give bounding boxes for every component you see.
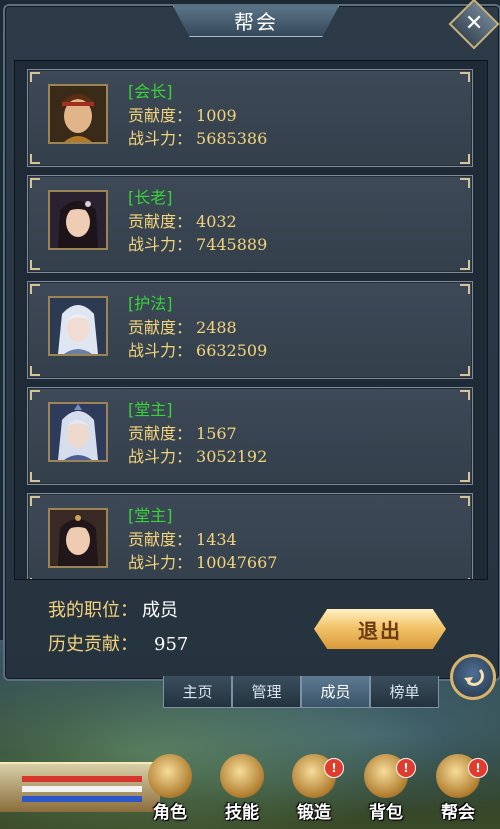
member-role: [长老] — [128, 188, 173, 207]
alert-badge: ! — [468, 758, 488, 778]
power-label: 战斗力： — [128, 553, 193, 572]
contribution-value: 2488 — [196, 318, 237, 337]
tab-manage[interactable]: 管理 — [232, 676, 301, 708]
power-label: 战斗力： — [128, 235, 193, 254]
dock-forge[interactable]: ! 锻造 — [284, 752, 344, 824]
power-line: 战斗力： 5685386 — [128, 125, 267, 149]
dock-skill[interactable]: 技能 — [212, 752, 272, 824]
contribution-line: 贡献度： 2488 — [128, 314, 237, 338]
hp-bar — [22, 776, 142, 782]
power-value: 10047667 — [196, 553, 278, 572]
history-contribution: 历史贡献： 957 — [48, 630, 188, 656]
power-line: 战斗力： 3052192 — [128, 443, 267, 467]
member-role: [会长] — [128, 82, 173, 101]
dock-character[interactable]: 角色 — [140, 752, 200, 824]
player-status-bar — [0, 762, 160, 812]
tab-label: 榜单 — [389, 683, 420, 701]
member-role: [堂主] — [128, 400, 173, 419]
contribution-line: 贡献度： 1009 — [128, 102, 237, 126]
dock-label: 背包 — [369, 803, 403, 823]
power-label: 战斗力： — [128, 447, 193, 466]
tab-label: 管理 — [251, 683, 282, 701]
member-card[interactable]: [会长] 贡献度： 1009 战斗力： 5685386 — [27, 69, 473, 167]
history-label: 历史贡献： — [48, 634, 138, 655]
power-label: 战斗力： — [128, 129, 193, 148]
contribution-label: 贡献度： — [128, 530, 193, 549]
window-title: 帮会 — [234, 9, 278, 34]
power-line: 战斗力： 7445889 — [128, 231, 267, 255]
power-value: 3052192 — [196, 447, 268, 466]
dock-label: 帮会 — [441, 803, 475, 823]
contribution-value: 1567 — [196, 424, 237, 443]
title-bar: 帮会 — [173, 6, 339, 37]
power-line: 战斗力： 10047667 — [128, 549, 277, 573]
return-arrow-icon — [464, 668, 484, 686]
member-card[interactable]: [堂主] 贡献度： 1434 战斗力： 10047667 — [27, 493, 473, 579]
tab-label: 主页 — [182, 683, 213, 701]
position-value: 成员 — [142, 600, 178, 621]
my-position: 我的职位： 成员 — [48, 596, 178, 622]
character-icon — [148, 754, 192, 798]
power-label: 战斗力： — [128, 341, 193, 360]
contribution-value: 1434 — [196, 530, 237, 549]
power-value: 7445889 — [196, 235, 268, 254]
member-avatar — [48, 84, 108, 144]
exit-guild-button[interactable]: 退出 — [314, 609, 446, 649]
position-label: 我的职位： — [48, 600, 138, 621]
power-line: 战斗力： 6632509 — [128, 337, 267, 361]
contribution-line: 贡献度： 1434 — [128, 526, 237, 550]
alert-badge: ! — [324, 758, 344, 778]
guild-tabs: 主页 管理 成员 榜单 — [163, 676, 439, 708]
back-button[interactable] — [450, 654, 496, 700]
tab-members[interactable]: 成员 — [301, 676, 370, 708]
contribution-line: 贡献度： 4032 — [128, 208, 237, 232]
member-role: [护法] — [128, 294, 173, 313]
member-role: [堂主] — [128, 506, 173, 525]
tab-ranking[interactable]: 榜单 — [370, 676, 439, 708]
contribution-label: 贡献度： — [128, 318, 193, 337]
tab-label: 成员 — [320, 683, 351, 701]
contribution-line: 贡献度： 1567 — [128, 420, 237, 444]
divider-stripe — [22, 786, 142, 792]
power-value: 5685386 — [196, 129, 268, 148]
member-avatar — [48, 402, 108, 462]
dock-guild[interactable]: ! 帮会 — [428, 752, 488, 824]
tab-home[interactable]: 主页 — [163, 676, 232, 708]
contribution-label: 贡献度： — [128, 424, 193, 443]
contribution-value: 4032 — [196, 212, 237, 231]
member-card[interactable]: [护法] 贡献度： 2488 战斗力： 6632509 — [27, 281, 473, 379]
member-avatar — [48, 508, 108, 568]
power-value: 6632509 — [196, 341, 268, 360]
member-avatar — [48, 296, 108, 356]
member-avatar — [48, 190, 108, 250]
dock-label: 技能 — [225, 803, 259, 823]
history-value: 957 — [154, 634, 189, 655]
mp-bar — [22, 796, 142, 802]
member-card[interactable]: [长老] 贡献度： 4032 战斗力： 7445889 — [27, 175, 473, 273]
exit-button-label: 退出 — [358, 618, 402, 643]
contribution-value: 1009 — [196, 106, 237, 125]
member-list[interactable]: [会长] 贡献度： 1009 战斗力： 5685386 [长老] 贡献度： 4032 … — [14, 60, 488, 580]
alert-badge: ! — [396, 758, 416, 778]
dock-label: 角色 — [153, 803, 187, 823]
dock-label: 锻造 — [297, 803, 331, 823]
contribution-label: 贡献度： — [128, 106, 193, 125]
member-card[interactable]: [堂主] 贡献度： 1567 战斗力： 3052192 — [27, 387, 473, 485]
contribution-label: 贡献度： — [128, 212, 193, 231]
close-icon: ✕ — [464, 11, 484, 36]
skill-icon — [220, 754, 264, 798]
dock-bag[interactable]: ! 背包 — [356, 752, 416, 824]
